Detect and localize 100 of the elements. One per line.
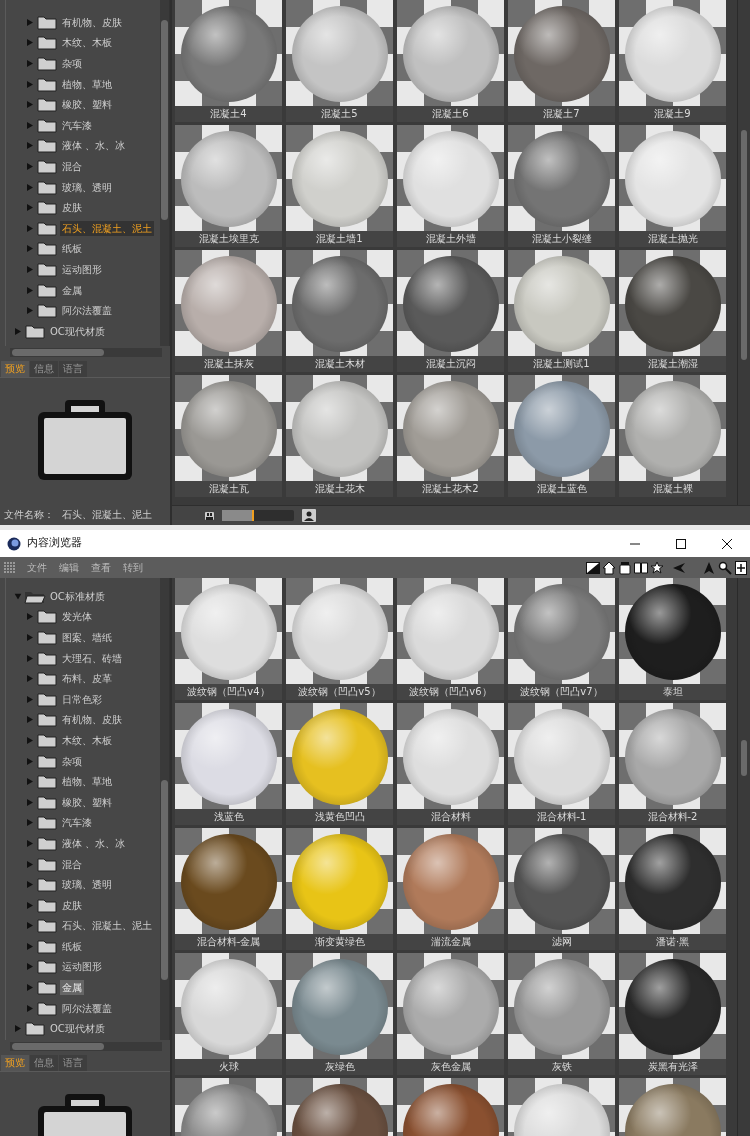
folder-item[interactable]: 阿尔法覆盖 <box>60 1000 114 1016</box>
expand-arrow-icon[interactable] <box>27 716 33 724</box>
preview-background[interactable] <box>397 250 504 356</box>
folder-item[interactable]: 杂项 <box>60 56 84 71</box>
preview-tab[interactable]: 语言 <box>59 361 87 377</box>
star-icon[interactable] <box>650 560 664 575</box>
expand-arrow-icon[interactable] <box>27 1004 33 1012</box>
expand-arrow-icon[interactable] <box>27 819 33 827</box>
scrollbar[interactable] <box>160 0 169 346</box>
arrow-left-icon[interactable] <box>672 560 686 575</box>
folder-item[interactable]: 有机物、皮肤 <box>60 14 124 30</box>
folder-item[interactable]: OC现代材质 <box>48 1021 107 1037</box>
folder-item[interactable]: 金属 <box>60 282 84 298</box>
expand-arrow-icon[interactable] <box>27 307 33 315</box>
expand-arrow-icon[interactable] <box>27 736 33 744</box>
folder-item[interactable]: 纸板 <box>60 938 84 954</box>
folder-item[interactable]: 纸板 <box>60 241 84 257</box>
expand-arrow-icon[interactable] <box>27 839 33 847</box>
expand-arrow-icon[interactable] <box>27 101 33 109</box>
expand-arrow-icon[interactable] <box>27 675 33 683</box>
expand-arrow-icon[interactable] <box>27 942 33 950</box>
folder-item[interactable]: 日常色彩 <box>60 691 104 707</box>
expand-arrow-icon[interactable] <box>27 121 33 129</box>
folder-item[interactable]: 混合 <box>60 856 84 872</box>
expand-arrow-icon[interactable] <box>27 18 33 26</box>
scrollbar[interactable] <box>737 0 750 505</box>
folder-item[interactable]: 大理石、砖墙 <box>60 650 124 666</box>
folder-item[interactable]: 液体 、水、冰 <box>60 835 128 851</box>
expand-arrow-icon[interactable] <box>27 80 33 88</box>
folder-item[interactable]: 石头、混凝土、泥土 <box>60 220 154 236</box>
folder-item[interactable]: 运动图形 <box>60 261 104 277</box>
home-icon[interactable] <box>602 560 616 575</box>
half-square-icon[interactable] <box>586 560 600 575</box>
book-icon[interactable] <box>634 560 648 575</box>
grip-icon[interactable] <box>4 562 15 573</box>
folder-item[interactable]: 汽车漆 <box>60 117 94 133</box>
preview-background[interactable] <box>619 250 726 356</box>
folder-item[interactable]: OC标准材质 <box>48 588 107 604</box>
expand-arrow-icon[interactable] <box>27 265 33 273</box>
expand-arrow-icon[interactable] <box>27 798 33 806</box>
preview-tab[interactable]: 信息 <box>30 361 58 377</box>
menu-item[interactable]: 转到 <box>123 560 143 575</box>
folder-item[interactable]: 橡胶、塑料 <box>60 794 114 810</box>
preview-background[interactable] <box>508 828 615 934</box>
large-thumbnail-icon[interactable] <box>302 509 316 522</box>
folder-item[interactable]: 玻璃、透明 <box>60 877 114 893</box>
expand-arrow-icon[interactable] <box>14 593 22 600</box>
expand-arrow-icon[interactable] <box>27 860 33 868</box>
expand-arrow-icon[interactable] <box>27 60 33 67</box>
scrollbar[interactable] <box>10 348 162 357</box>
expand-arrow-icon[interactable] <box>27 695 33 703</box>
expand-arrow-icon[interactable] <box>27 286 33 294</box>
expand-arrow-icon[interactable] <box>27 963 33 971</box>
folder-item[interactable]: 发光体 <box>60 609 94 625</box>
folder-item[interactable]: 植物、草地 <box>60 774 114 790</box>
folder-item[interactable]: 汽车漆 <box>60 815 94 831</box>
scrollbar[interactable] <box>160 578 169 1040</box>
menu-item[interactable]: 编辑 <box>59 560 79 575</box>
preview-tab[interactable]: 预览 <box>1 361 29 377</box>
jar-icon[interactable] <box>618 560 632 575</box>
plus-icon[interactable] <box>734 560 748 575</box>
folder-item[interactable]: 皮肤 <box>60 200 84 216</box>
expand-arrow-icon[interactable] <box>27 922 33 930</box>
expand-arrow-icon[interactable] <box>27 39 33 47</box>
preview-tab[interactable]: 信息 <box>30 1055 58 1071</box>
expand-arrow-icon[interactable] <box>27 901 33 909</box>
expand-arrow-icon[interactable] <box>27 757 33 765</box>
search-icon[interactable] <box>718 560 732 575</box>
expand-arrow-icon[interactable] <box>15 327 21 335</box>
expand-arrow-icon[interactable] <box>27 162 33 170</box>
preview-tab[interactable]: 语言 <box>59 1055 87 1071</box>
expand-arrow-icon[interactable] <box>27 778 33 786</box>
expand-arrow-icon[interactable] <box>27 224 33 232</box>
zoom-slider[interactable] <box>222 510 294 521</box>
folder-item[interactable]: OC现代材质 <box>48 323 107 339</box>
menu-item[interactable]: 文件 <box>27 560 47 575</box>
folder-item[interactable]: 石头、混凝土、泥土 <box>60 918 154 934</box>
expand-arrow-icon[interactable] <box>27 654 33 662</box>
menu-item[interactable]: 查看 <box>91 560 111 575</box>
expand-arrow-icon[interactable] <box>27 204 33 212</box>
folder-item[interactable]: 植物、草地 <box>60 76 114 92</box>
expand-arrow-icon[interactable] <box>27 634 33 641</box>
folder-item[interactable]: 木纹、木板 <box>60 35 114 51</box>
scrollbar[interactable] <box>10 1042 162 1051</box>
folder-item[interactable]: 金属 <box>60 980 84 996</box>
expand-arrow-icon[interactable] <box>27 183 33 191</box>
folder-item[interactable]: 图案、墙纸 <box>60 630 114 645</box>
scrollbar[interactable] <box>737 578 750 1136</box>
preview-background[interactable] <box>619 828 726 934</box>
preview-background[interactable] <box>619 953 726 1059</box>
expand-arrow-icon[interactable] <box>15 1025 21 1033</box>
expand-arrow-icon[interactable] <box>27 613 33 621</box>
folder-item[interactable]: 杂项 <box>60 753 84 769</box>
folder-item[interactable]: 液体 、水、冰 <box>60 138 128 154</box>
small-thumbnail-icon[interactable] <box>205 511 214 520</box>
preview-background[interactable] <box>175 828 282 934</box>
expand-arrow-icon[interactable] <box>27 984 33 992</box>
folder-item[interactable]: 布料、皮革 <box>60 671 114 687</box>
folder-item[interactable]: 橡胶、塑料 <box>60 97 114 113</box>
folder-item[interactable]: 有机物、皮肤 <box>60 712 124 728</box>
